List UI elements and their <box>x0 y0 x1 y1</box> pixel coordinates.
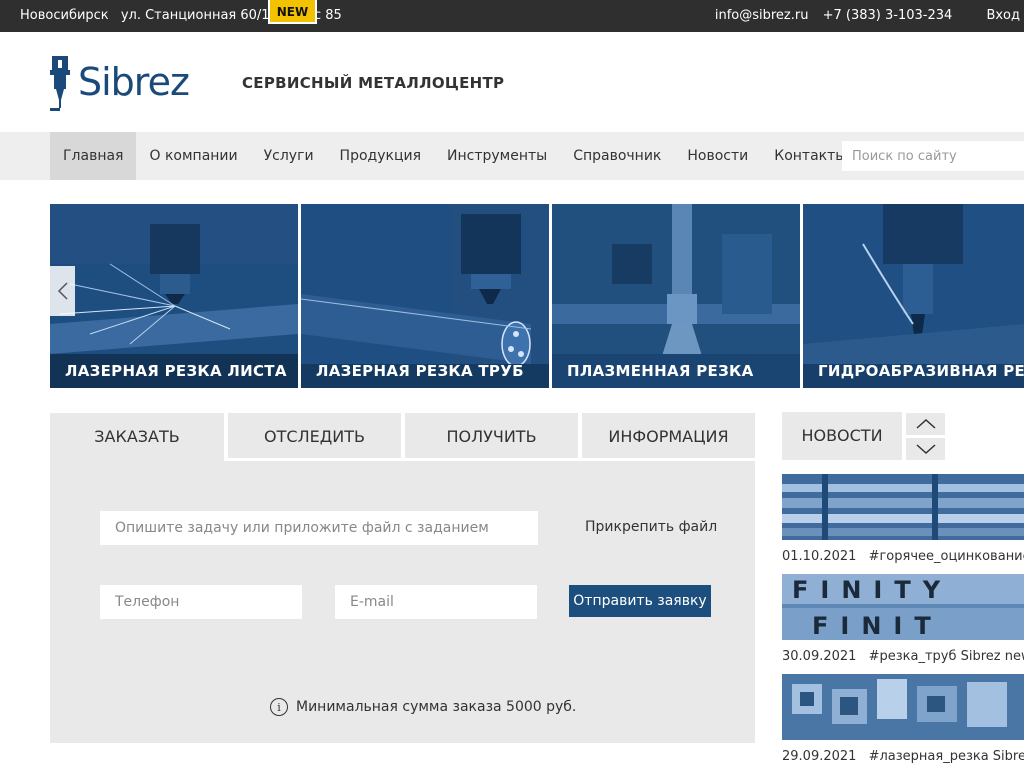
cut-pipes-image: FINITY FINIT <box>782 574 1024 640</box>
news-date: 30.09.2021 <box>782 649 857 664</box>
news-item[interactable]: FINITY FINIT 30.09.2021 #резка_труб Sibr… <box>782 574 1024 664</box>
news-date: 29.09.2021 <box>782 749 857 764</box>
news-date: 01.10.2021 <box>782 549 857 564</box>
submit-request-button[interactable]: Отправить заявку <box>569 585 711 617</box>
news-item[interactable]: 29.09.2021 #лазерная_резка Sibrez... <box>782 674 1024 764</box>
contacts: info@sibrez.ru +7 (383) 3-103-234 Вход <box>705 8 1024 23</box>
news-text: #горячее_оцинкование #лазерная <box>868 549 1024 564</box>
pipe-lettering: FINITY <box>792 576 952 604</box>
waterjet-image <box>803 204 1024 388</box>
galvanized-pipes-image <box>782 474 1024 540</box>
main-nav: Главная О компании Услуги Продукция Инст… <box>0 132 1024 180</box>
laser-sheet-image <box>50 204 298 388</box>
city: Новосибирск <box>20 8 109 23</box>
nav-item-news[interactable]: Новости <box>674 132 761 180</box>
news-heading: НОВОСТИ <box>782 412 902 460</box>
attach-file-link[interactable]: Прикрепить файл <box>585 519 717 535</box>
chevron-left-icon <box>57 282 68 300</box>
news-item[interactable]: 01.10.2021 #горячее_оцинкование #лазерна… <box>782 474 1024 564</box>
slide-laser-tube[interactable]: ЛАЗЕРНАЯ РЕЗКА ТРУБ <box>301 204 549 388</box>
nav-items: Главная О компании Услуги Продукция Инст… <box>50 132 859 180</box>
header: Sibrez СЕРВИСНЫЙ МЕТАЛЛОЦЕНТР <box>0 32 1024 132</box>
laser-tube-image <box>301 204 549 388</box>
news-text: #лазерная_резка Sibrez... <box>868 749 1024 764</box>
tab-track[interactable]: ОТСЛЕДИТЬ <box>228 413 401 461</box>
nav-item-home[interactable]: Главная <box>50 132 137 180</box>
email-input[interactable] <box>335 585 537 619</box>
logo-text: Sibrez <box>78 60 190 104</box>
tagline: СЕРВИСНЫЙ МЕТАЛЛОЦЕНТР <box>242 74 505 92</box>
nav-item-about[interactable]: О компании <box>136 132 250 180</box>
slide-waterjet[interactable]: ГИДРОАБРАЗИВНАЯ РЕЗКА <box>803 204 1024 388</box>
plasma-image <box>552 204 800 388</box>
pipe-lettering: FINIT <box>812 612 943 640</box>
logo[interactable]: Sibrez <box>48 54 208 114</box>
search-input[interactable] <box>842 141 1024 171</box>
news-image[interactable]: FINITY FINIT <box>782 574 1024 640</box>
news-caption: 30.09.2021 #резка_труб Sibrez news... <box>782 649 1024 664</box>
news-down-button[interactable] <box>906 438 945 460</box>
new-badge: NEW <box>268 0 317 24</box>
min-order-note: i Минимальная сумма заказа 5000 руб. <box>270 698 576 716</box>
tab-divider <box>224 458 755 461</box>
tab-order[interactable]: ЗАКАЗАТЬ <box>50 413 224 461</box>
phone-input[interactable] <box>100 585 302 619</box>
news-caption: 29.09.2021 #лазерная_резка Sibrez... <box>782 749 1024 764</box>
tab-receive[interactable]: ПОЛУЧИТЬ <box>405 413 578 461</box>
nav-item-products[interactable]: Продукция <box>327 132 434 180</box>
news-image[interactable] <box>782 474 1024 540</box>
order-tabs: ЗАКАЗАТЬ ОТСЛЕДИТЬ ПОЛУЧИТЬ ИНФОРМАЦИЯ <box>50 413 755 461</box>
services-slider: ЛАЗЕРНАЯ РЕЗКА ЛИСТА ЛАЗЕРНАЯ РЕЗКА ТРУБ <box>50 204 1024 388</box>
nav-item-reference[interactable]: Справочник <box>560 132 674 180</box>
news-text: #резка_труб Sibrez news... <box>868 649 1024 664</box>
min-order-text: Минимальная сумма заказа 5000 руб. <box>296 699 577 715</box>
slide-title: ГИДРОАБРАЗИВНАЯ РЕЗКА <box>818 362 1024 380</box>
news-up-button[interactable] <box>906 413 945 435</box>
phone-link[interactable]: +7 (383) 3-103-234 <box>823 8 953 23</box>
laser-head-icon <box>50 56 70 111</box>
slide-title: ЛАЗЕРНАЯ РЕЗКА ТРУБ <box>316 362 524 380</box>
nav-item-tools[interactable]: Инструменты <box>434 132 560 180</box>
slider-prev-button[interactable] <box>50 266 75 316</box>
slide-plasma[interactable]: ПЛАЗМЕННАЯ РЕЗКА <box>552 204 800 388</box>
email-link[interactable]: info@sibrez.ru <box>715 8 809 23</box>
chevron-down-icon <box>916 444 935 455</box>
nav-item-services[interactable]: Услуги <box>251 132 327 180</box>
slide-laser-sheet[interactable]: ЛАЗЕРНАЯ РЕЗКА ЛИСТА <box>50 204 298 388</box>
laser-parts-image <box>782 674 1024 740</box>
slide-title: ЛАЗЕРНАЯ РЕЗКА ЛИСТА <box>65 362 287 380</box>
info-icon: i <box>270 698 288 716</box>
task-description-input[interactable] <box>100 511 538 545</box>
top-bar: Новосибирск ул. Станционная 60/1 корпус … <box>0 0 1024 32</box>
login-link[interactable]: Вход <box>986 8 1020 23</box>
chevron-up-icon <box>916 418 935 429</box>
news-image[interactable] <box>782 674 1024 740</box>
tab-info[interactable]: ИНФОРМАЦИЯ <box>582 413 755 461</box>
news-caption: 01.10.2021 #горячее_оцинкование #лазерна… <box>782 549 1024 564</box>
slide-title: ПЛАЗМЕННАЯ РЕЗКА <box>567 362 754 380</box>
